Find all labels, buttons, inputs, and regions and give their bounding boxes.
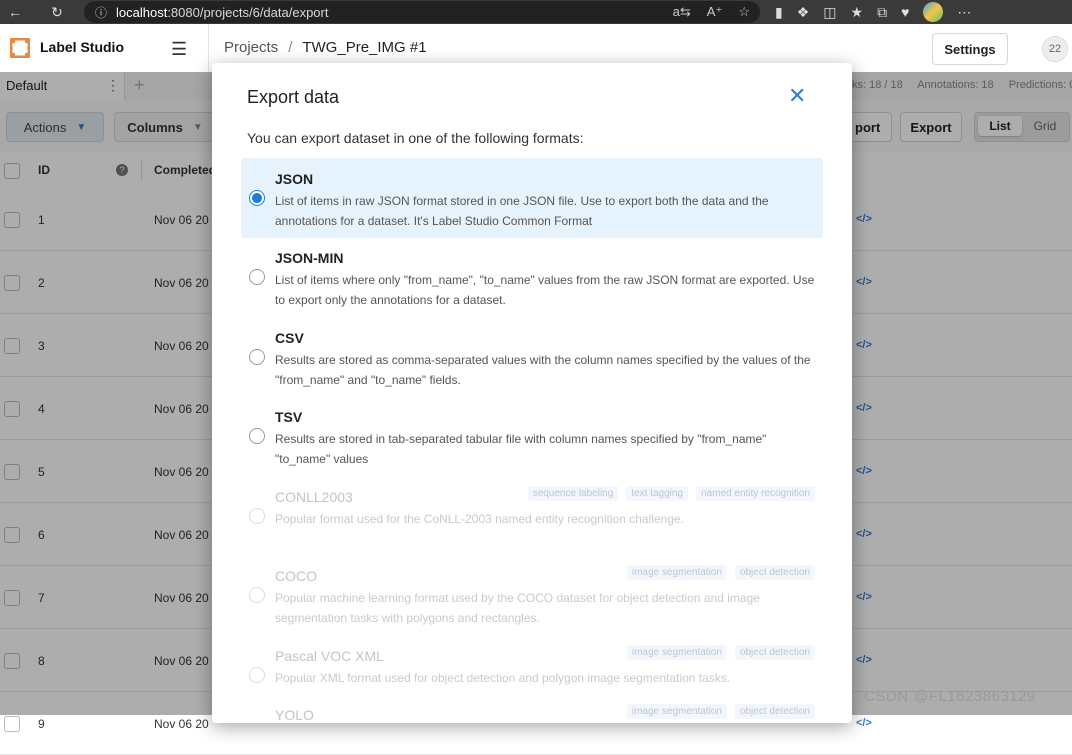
format-name: Pascal VOC XML [275, 648, 384, 664]
format-tags: image segmentation object detection [626, 565, 815, 580]
format-description: Results are stored in tab-separated tabu… [275, 432, 767, 466]
format-tag: image segmentation [626, 565, 727, 580]
more-icon[interactable]: ⋯ [957, 4, 971, 21]
row-id: 9 [38, 717, 45, 731]
format-tags: sequence labeling text tagging named entit… [527, 486, 815, 501]
export-data-modal: Export data ✕ You can export dataset in … [212, 63, 852, 723]
back-arrow-icon[interactable]: ← [4, 4, 26, 20]
format-option-json-min[interactable]: JSON-MIN List of items where only "from_n… [241, 237, 823, 317]
format-name: CONLL2003 [275, 489, 353, 505]
breadcrumb-current-project[interactable]: TWG_Pre_IMG #1 [302, 39, 426, 56]
format-name: JSON [275, 171, 314, 187]
format-description: List of items in raw JSON format stored … [275, 194, 769, 228]
format-description: Popular XML format used for object detec… [275, 671, 731, 685]
format-name: JSON-MIN [275, 250, 344, 266]
format-description: Popular format used for the CoNLL-2003 n… [275, 512, 684, 526]
format-radio [249, 587, 265, 603]
format-tag: image segmentation [626, 704, 727, 719]
modal-title: Export data [247, 87, 340, 107]
format-tag: object detection [734, 645, 815, 660]
reload-icon[interactable]: ↻ [46, 4, 68, 21]
text-size-icon[interactable]: A⁺ [707, 4, 723, 20]
watermark: CSDN @FL1623863129 [864, 688, 1036, 705]
format-radio[interactable] [249, 269, 265, 285]
format-description: Popular machine learning format used by … [275, 591, 760, 625]
format-description: Results are stored as comma-separated va… [275, 353, 811, 387]
breadcrumb-separator: / [288, 39, 293, 56]
format-name: CSV [275, 330, 304, 346]
format-option-json[interactable]: JSON List of items in raw JSON format sto… [241, 158, 823, 238]
code-view-icon[interactable]: </> [856, 717, 872, 729]
format-radio [249, 508, 265, 524]
format-tag: object detection [734, 565, 815, 580]
browser-toolbar: ← ↻ ⓘ localhost:8080/projects/6/data/exp… [0, 0, 1072, 24]
format-tag: named entity recognition [696, 486, 815, 501]
favorite-star-icon[interactable]: ☆ [738, 4, 750, 20]
address-bar[interactable]: ⓘ localhost:8080/projects/6/data/export … [84, 1, 760, 23]
app-name: Label Studio [40, 39, 124, 55]
breadcrumb-projects-link[interactable]: Projects [224, 39, 278, 56]
format-tag: object detection [734, 704, 815, 719]
format-description: List of items where only "from_name", "t… [275, 273, 815, 307]
format-option-coco: COCO image segmentation object detection Po… [241, 555, 823, 635]
label-studio-logo-icon [10, 38, 30, 58]
format-name: YOLO [275, 707, 314, 723]
modal-subtitle: You can export dataset in one of the fol… [247, 130, 584, 146]
header-divider [208, 24, 209, 72]
collections-icon[interactable]: ⧉ [877, 4, 887, 21]
user-avatar[interactable]: 22 [1042, 36, 1068, 62]
format-option-tsv[interactable]: TSV Results are stored in tab-separated t… [241, 396, 823, 476]
favorites-icon[interactable]: ★ [851, 4, 864, 21]
menu-hamburger-icon[interactable]: ☰ [171, 39, 187, 60]
format-radio[interactable] [249, 349, 265, 365]
read-aloud-icon[interactable]: a⇆ [673, 4, 691, 20]
split-screen-icon[interactable]: ◫ [823, 4, 836, 21]
format-radio [249, 667, 265, 683]
settings-button[interactable]: Settings [932, 33, 1008, 65]
format-tag: sequence labeling [527, 486, 619, 501]
format-radio[interactable] [249, 428, 265, 444]
close-icon[interactable]: ✕ [788, 83, 806, 109]
format-tags: image segmentation object detection [626, 704, 815, 719]
profile-avatar[interactable] [923, 2, 944, 22]
format-option-conll2003: CONLL2003 sequence labeling text tagging na… [241, 476, 823, 556]
format-tag: image segmentation [626, 645, 727, 660]
format-option-csv[interactable]: CSV Results are stored as comma-separated… [241, 317, 823, 397]
url-text: localhost:8080/projects/6/data/export [116, 5, 328, 20]
reader-icon[interactable]: ▮ [775, 4, 783, 21]
format-tags: image segmentation object detection [626, 645, 815, 660]
url-path: :8080/projects/6/data/export [167, 4, 329, 20]
info-icon[interactable]: ⓘ [92, 4, 110, 21]
url-host: localhost [116, 4, 168, 20]
format-radio[interactable] [249, 190, 265, 206]
extensions-icon[interactable]: ❖ [797, 4, 810, 21]
format-name: TSV [275, 409, 303, 425]
format-tag: text tagging [626, 486, 689, 501]
breadcrumb: Projects / TWG_Pre_IMG #1 [224, 39, 427, 56]
row-checkbox[interactable] [4, 716, 20, 732]
row-completed-date: Nov 06 20 [154, 717, 209, 731]
format-option-yolo: YOLOimage segmentationobject detectionPo… [241, 694, 823, 723]
format-name: COCO [275, 568, 317, 584]
performance-icon[interactable]: ♥ [901, 4, 909, 20]
